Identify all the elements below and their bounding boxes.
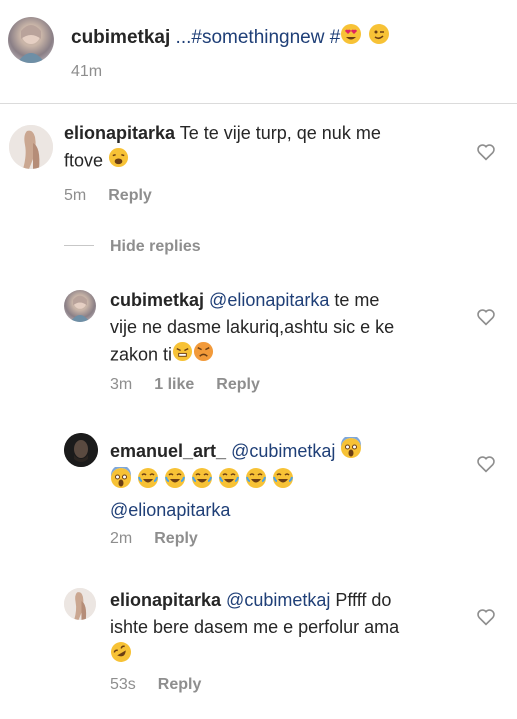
reply-username[interactable]: emanuel_art_ [110, 441, 226, 461]
emoji-row [110, 465, 294, 491]
mention-link[interactable]: @elionapitarka [110, 500, 230, 520]
joy-emoji [218, 467, 240, 497]
like-reply-heart-icon[interactable] [476, 608, 496, 626]
joy-emoji [272, 467, 294, 497]
reply-meta: 2m Reply [110, 530, 198, 547]
mention-link[interactable]: @elionapitarka [204, 290, 329, 310]
hide-replies-button[interactable]: Hide replies [110, 238, 201, 256]
scream-emoji [340, 435, 362, 467]
rofl-emoji [110, 641, 132, 671]
reply-username[interactable]: cubimetkaj [110, 290, 204, 310]
reply-meta: 53s Reply [110, 676, 202, 693]
reply-button[interactable]: Reply [154, 530, 198, 547]
reply-button[interactable]: Reply [108, 187, 152, 204]
scream-emoji [110, 465, 132, 497]
reply-avatar[interactable] [64, 588, 96, 620]
reply-button[interactable]: Reply [158, 676, 202, 693]
wink-emoji [368, 23, 390, 53]
like-reply-heart-icon[interactable] [476, 308, 496, 326]
steam-nose-emoji [172, 341, 193, 370]
hide-replies-line [64, 245, 94, 246]
post-timestamp: 41m [71, 63, 103, 80]
reply-avatar[interactable] [64, 290, 96, 322]
comment-text: elionapitarka Te te vije turp, qe nuk me… [64, 120, 381, 176]
joy-emoji [164, 467, 186, 497]
angry-emoji [193, 341, 214, 370]
joy-emoji [245, 467, 267, 497]
reply-text: elionapitarka @cubimetkaj Pffff do ishte… [110, 587, 399, 671]
caption-text[interactable]: ...#somethingnew # [170, 27, 341, 48]
heart-eyes-emoji [340, 23, 362, 53]
comment-meta: 5m Reply [64, 187, 152, 204]
post-caption: cubimetkaj ...#somethingnew # [71, 23, 390, 53]
reply-text: emanuel_art_ @cubimetkaj @elionapitarka [110, 435, 362, 524]
reply-meta: 3m 1 like Reply [110, 376, 260, 393]
post-author-username[interactable]: cubimetkaj [71, 27, 170, 48]
joy-emoji [191, 467, 213, 497]
mention-link[interactable]: @cubimetkaj [221, 590, 330, 610]
reply-username[interactable]: elionapitarka [110, 590, 221, 610]
reply-text: cubimetkaj @elionapitarka te me vije ne … [110, 287, 394, 370]
weary-emoji [108, 147, 129, 176]
comment-username[interactable]: elionapitarka [64, 123, 175, 143]
post-author-avatar[interactable] [8, 17, 54, 63]
mention-link[interactable]: @cubimetkaj [226, 441, 335, 461]
likes-count[interactable]: 1 like [154, 376, 194, 393]
joy-emoji [137, 467, 159, 497]
commenter-avatar[interactable] [9, 125, 53, 169]
like-comment-heart-icon[interactable] [476, 143, 496, 161]
header-divider [0, 103, 517, 104]
reply-avatar[interactable] [64, 433, 98, 467]
reply-button[interactable]: Reply [216, 376, 260, 393]
like-reply-heart-icon[interactable] [476, 455, 496, 473]
